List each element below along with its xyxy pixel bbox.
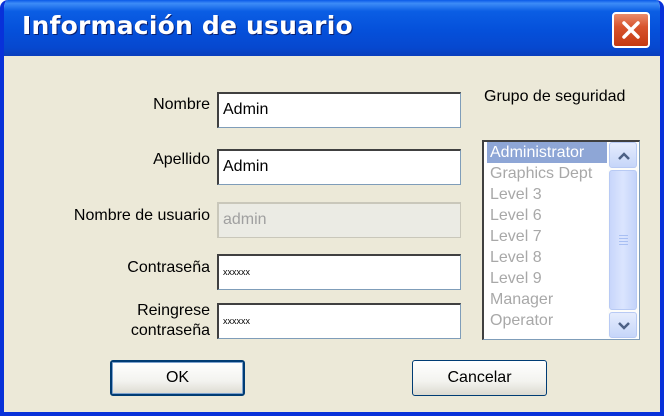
thumb-grip [619, 241, 628, 242]
scroll-down-button[interactable] [609, 312, 637, 338]
contrasena-label: Contraseña [127, 259, 210, 276]
apellido-field[interactable]: Admin [217, 149, 461, 185]
scroll-up-button[interactable] [609, 142, 637, 168]
ok-button[interactable]: OK [110, 360, 245, 396]
user-info-dialog: Información de usuario Nombre Admin Apel… [0, 0, 664, 416]
security-group-list[interactable]: Administrator Graphics Dept Level 3 Leve… [482, 140, 640, 340]
nombre-label: Nombre [153, 96, 210, 113]
list-item[interactable]: Level 6 [487, 205, 607, 226]
close-icon [622, 21, 640, 39]
cancel-button[interactable]: Cancelar [412, 360, 547, 396]
list-item[interactable]: Level 8 [487, 247, 607, 268]
title-bar[interactable]: Información de usuario [4, 0, 660, 56]
thumb-grip [619, 235, 628, 236]
list-item[interactable]: Level 7 [487, 226, 607, 247]
list-item[interactable]: Level 3 [487, 184, 607, 205]
list-item[interactable]: Graphics Dept [487, 163, 607, 184]
usuario-label: Nombre de usuario [73, 207, 210, 224]
contrasena-field[interactable]: xxxxxx [217, 254, 461, 290]
close-button[interactable] [612, 12, 650, 48]
security-group-label: Grupo de seguridad [484, 88, 626, 105]
thumb-grip [619, 238, 628, 239]
list-item[interactable]: Operator [487, 310, 607, 331]
chevron-up-icon [618, 152, 630, 160]
nombre-field[interactable]: Admin [217, 92, 461, 128]
list-item[interactable]: Level 9 [487, 268, 607, 289]
thumb-grip [619, 244, 628, 245]
dialog-title: Información de usuario [22, 11, 353, 40]
usuario-field: admin [217, 202, 461, 238]
reingrese-label-line1: Reingrese [137, 302, 210, 319]
list-scrollbar[interactable] [608, 142, 638, 338]
apellido-label: Apellido [153, 151, 210, 168]
chevron-down-icon [618, 322, 630, 330]
reingrese-label-line2: contraseña [130, 322, 210, 339]
list-item[interactable]: Administrator [487, 142, 607, 163]
scroll-thumb[interactable] [609, 170, 637, 310]
reingrese-field[interactable]: xxxxxx [217, 303, 461, 339]
list-item[interactable]: Manager [487, 289, 607, 310]
